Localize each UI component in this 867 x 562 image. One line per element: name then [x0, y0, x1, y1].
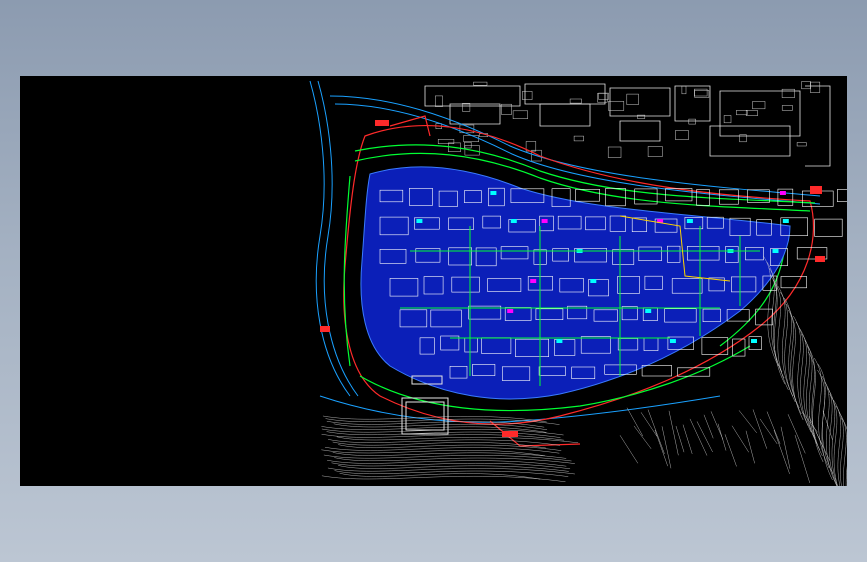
cad-drawing [20, 76, 847, 486]
unit-marker [772, 249, 779, 253]
unit-marker [490, 191, 497, 195]
unit-marker [782, 219, 789, 223]
unit-marker [686, 219, 693, 223]
unit-marker [590, 279, 597, 283]
unit-marker [556, 339, 563, 343]
unit-marker [669, 339, 676, 343]
unit-marker [779, 191, 786, 195]
unit-marker [751, 339, 757, 343]
unit-marker [416, 219, 423, 223]
cad-viewport[interactable] [20, 76, 847, 486]
unit-marker [541, 219, 548, 223]
unit-marker [507, 309, 514, 313]
unit-marker [510, 219, 517, 223]
unit-marker [645, 309, 652, 313]
unit-marker [530, 279, 537, 283]
